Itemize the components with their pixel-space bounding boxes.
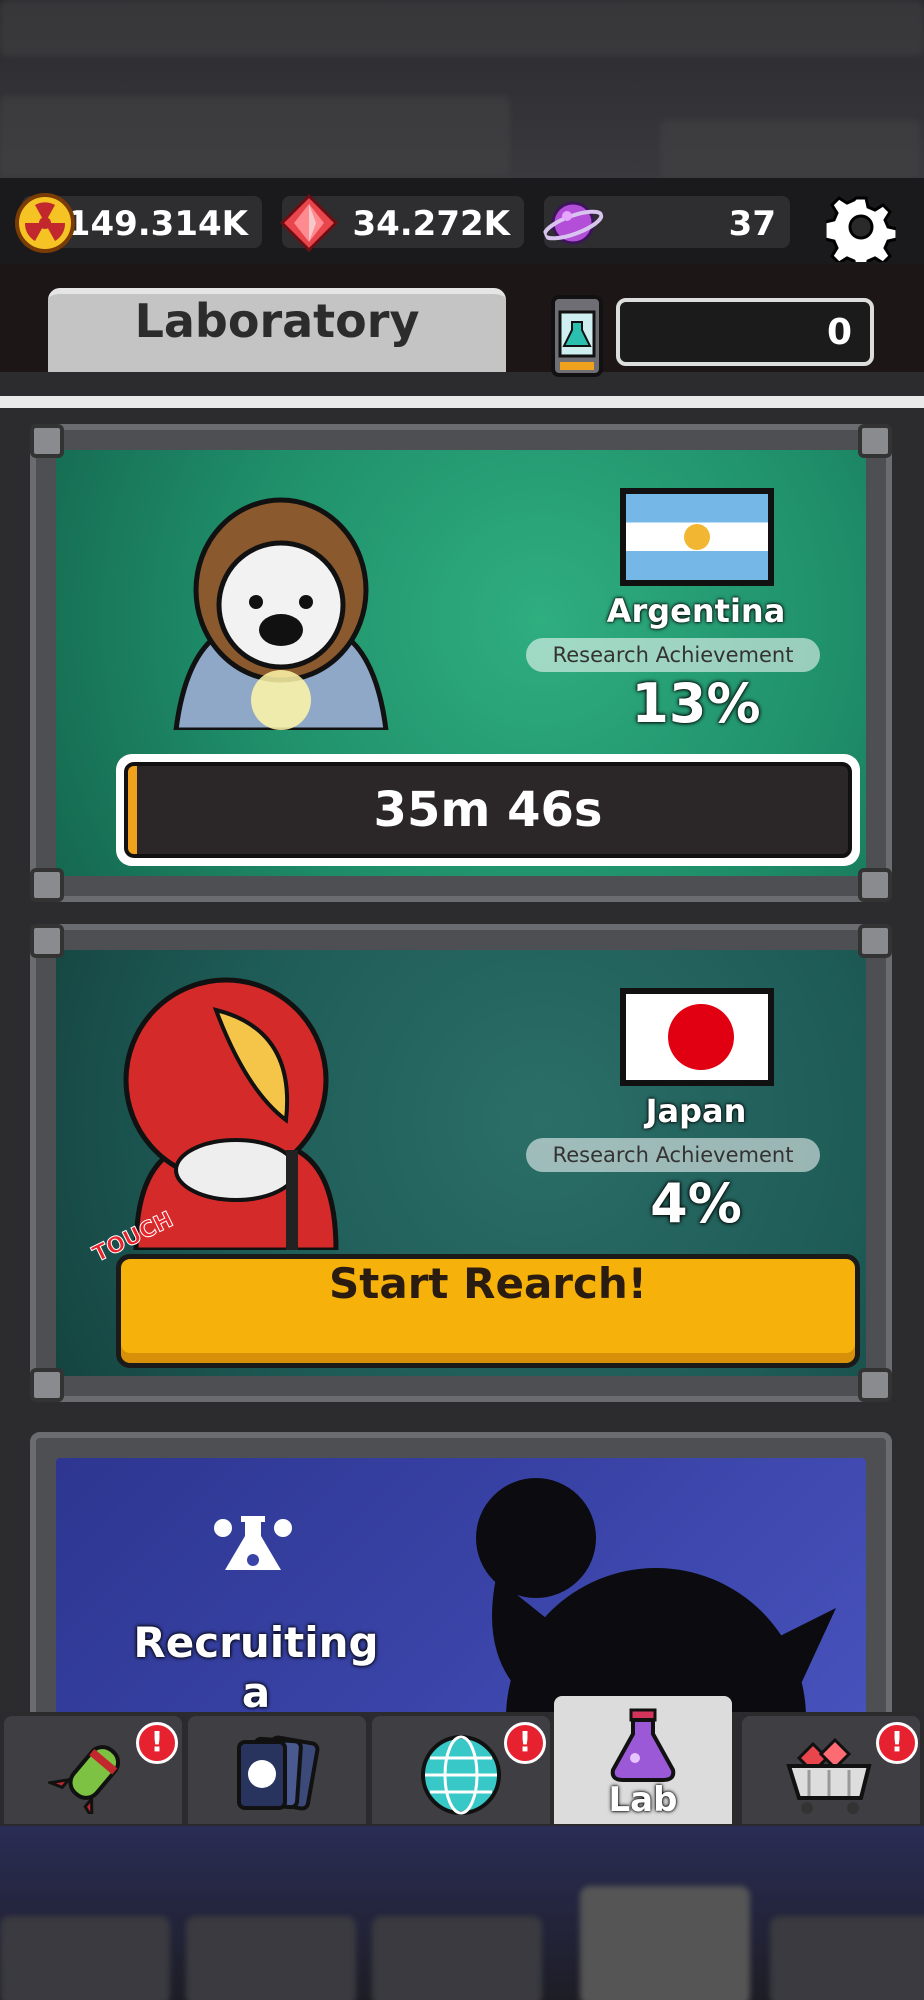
header-divider xyxy=(0,396,924,408)
currency-bar: 149.314K 34.272K 37 xyxy=(0,178,924,264)
frame-bolt xyxy=(858,868,892,902)
nav-globe[interactable]: ! xyxy=(372,1716,550,1824)
start-research-button[interactable]: Start Rearch! xyxy=(116,1254,860,1368)
nav-missile[interactable]: ! xyxy=(4,1716,182,1824)
planet-icon xyxy=(542,201,604,245)
globe-icon xyxy=(421,1735,501,1815)
research-achievement-value: 13% xyxy=(631,672,761,735)
frame-bolt xyxy=(30,868,64,902)
background-blur-bottom xyxy=(0,1826,924,2000)
shop-cart-icon xyxy=(786,1737,872,1814)
research-achievement-label: Research Achievement xyxy=(526,638,820,672)
research-ticket-icon xyxy=(551,295,603,377)
ticket-count-box: 0 xyxy=(616,298,874,366)
frame-bolt xyxy=(30,924,64,958)
recruit-title-line1: Recruiting xyxy=(133,1618,379,1667)
bottom-navigation: ! ! Lab ! xyxy=(0,1696,924,1826)
red-gem-icon xyxy=(279,193,339,253)
beaker-paw-icon xyxy=(214,1516,292,1570)
tab-laboratory-label: Laboratory xyxy=(134,294,420,348)
globe-alert-badge: ! xyxy=(504,1722,546,1764)
frame-bolt xyxy=(858,424,892,458)
research-timer: 35m 46s xyxy=(116,754,860,866)
research-progress-bar: 35m 46s xyxy=(124,762,852,858)
research-card-argentina: Argentina Research Achievement 13% 35m 4… xyxy=(30,424,892,902)
ticket-count: 0 xyxy=(826,312,852,353)
frame-bolt xyxy=(30,424,64,458)
nav-cards[interactable] xyxy=(188,1716,366,1824)
research-timer-text: 35m 46s xyxy=(373,782,603,838)
japan-card-background: Japan Research Achievement 4% Start Rear… xyxy=(56,950,866,1376)
background-blur-top xyxy=(0,0,924,178)
nuclear-icon xyxy=(15,193,75,253)
planet-amount: 37 xyxy=(728,204,776,244)
research-country-name: Argentina xyxy=(606,592,786,630)
frame-bolt xyxy=(858,924,892,958)
cards-icon xyxy=(237,1735,320,1811)
missile-icon xyxy=(48,1745,121,1814)
shop-alert-badge: ! xyxy=(876,1722,918,1764)
japan-flag-icon xyxy=(620,988,774,1086)
gem-amount: 34.272K xyxy=(352,204,510,244)
argentina-card-background: Argentina Research Achievement 13% 35m 4… xyxy=(56,450,866,876)
research-achievement-label: Research Achievement xyxy=(526,1138,820,1172)
frame-bolt xyxy=(30,1368,64,1402)
section-header: Laboratory 0 xyxy=(0,264,924,377)
argentina-sun-icon xyxy=(684,524,710,550)
tab-laboratory[interactable]: Laboratory xyxy=(48,288,506,372)
argentina-flag-icon xyxy=(620,488,774,586)
frame-bolt xyxy=(858,1368,892,1402)
nav-lab-label: Lab xyxy=(608,1780,678,1820)
japan-researcher-illustration xyxy=(123,977,339,1250)
research-card-japan: Japan Research Achievement 4% Start Rear… xyxy=(30,924,892,1402)
research-country-name: Japan xyxy=(645,1092,747,1130)
research-achievement-value: 4% xyxy=(650,1172,742,1235)
japan-sun-icon xyxy=(668,1004,734,1070)
nav-shop[interactable]: ! xyxy=(742,1716,920,1824)
settings-gear-icon[interactable] xyxy=(826,192,896,262)
missile-alert-badge: ! xyxy=(136,1722,178,1764)
start-research-label: Start Rearch! xyxy=(329,1259,647,1308)
game-screen: 149.314K 34.272K 37 Laboratory 0 Argenti… xyxy=(0,178,924,1826)
argentina-researcher-illustration xyxy=(173,497,389,730)
potion-icon xyxy=(610,1708,676,1782)
nav-lab[interactable]: Lab xyxy=(554,1696,732,1824)
nuclear-amount: 149.314K xyxy=(66,204,248,244)
